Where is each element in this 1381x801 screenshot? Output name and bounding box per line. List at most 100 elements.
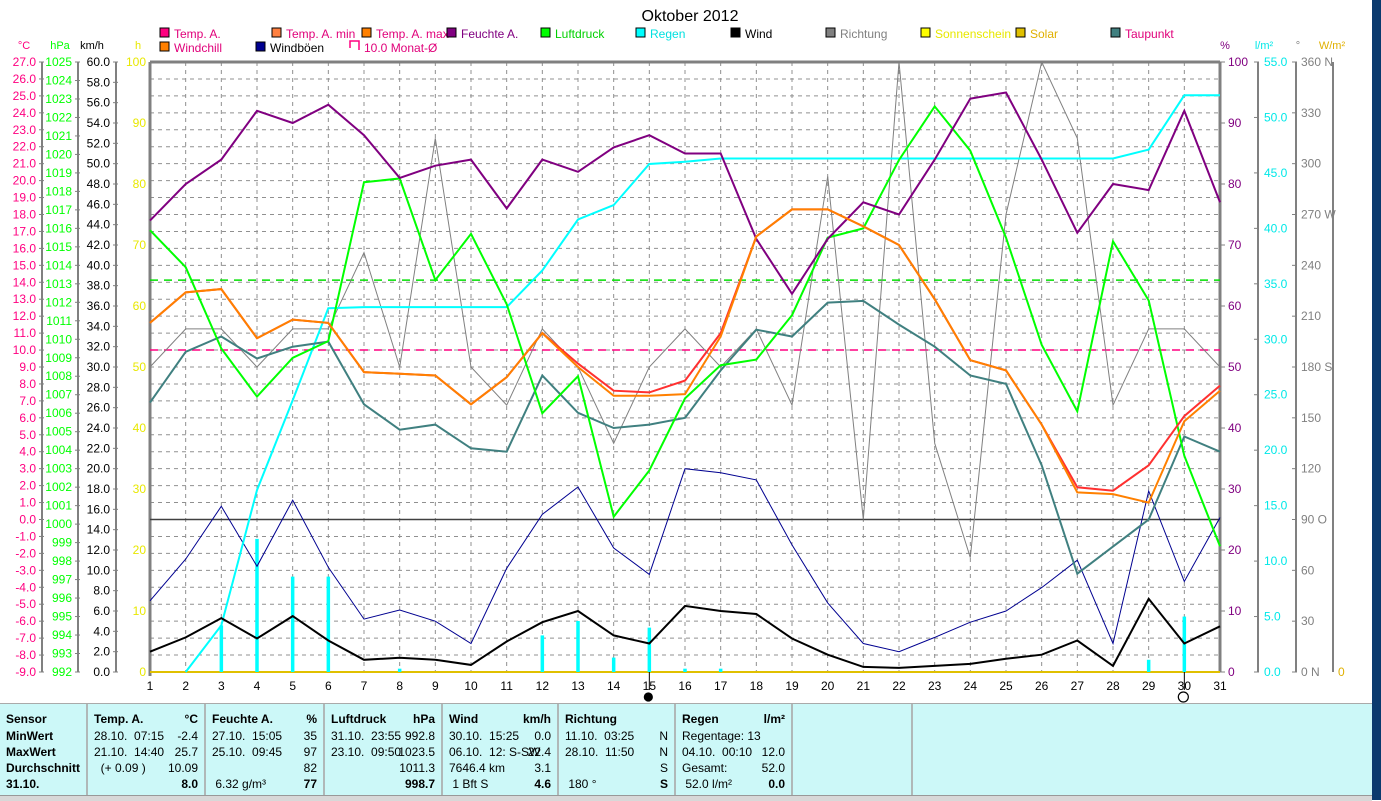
pressure-tick-label: 1005: [45, 425, 72, 439]
stats-column-feuchte-a: Feuchte A.%27.10. 15:053525.10. 09:45978…: [206, 704, 325, 795]
pressure-unit-label: hPa: [50, 40, 70, 52]
sun-tick-label: 10: [133, 604, 147, 618]
stats-row: (+ 0.09 )10.09: [94, 761, 198, 777]
sun-tick-label: 100: [126, 55, 146, 69]
direction-tick-label: 150: [1301, 411, 1321, 425]
x-tick-label: 17: [714, 679, 728, 693]
statistics-panel: SensorMinWertMaxWertDurchschnitt31.10.Te…: [0, 703, 1372, 795]
pressure-tick-label: 996: [52, 591, 72, 605]
stats-label: 21.10. 14:40: [94, 745, 164, 759]
humidity-tick-label: 70: [1228, 238, 1242, 252]
stats-row: 6.32 g/m³77: [212, 777, 317, 793]
direction-tick-label: 60: [1301, 563, 1315, 577]
temp-tick-label: -3.0: [15, 563, 36, 577]
x-tick-label: 31: [1213, 679, 1227, 693]
x-tick-label: 13: [571, 679, 585, 693]
legend-item: Temp. A.: [160, 27, 221, 41]
stats-value: 992.8: [405, 729, 435, 743]
humidity-tick-label: 100: [1228, 55, 1248, 69]
series-marks: [150, 62, 1220, 702]
legend-label: Windchill: [174, 41, 222, 55]
stats-row: 06.10. 12: S-SW22.4: [449, 745, 551, 761]
legend-swatch: [1111, 28, 1120, 37]
stats-label: MinWert: [6, 729, 53, 743]
x-tick-label: 22: [892, 679, 906, 693]
wind-tick-label: 40.0: [87, 258, 111, 272]
wind-tick-label: 32.0: [87, 340, 111, 354]
stats-row: 1011.3: [331, 761, 435, 777]
legend-item: Feuchte A.: [447, 27, 518, 41]
wind-tick-label: 34.0: [87, 319, 111, 333]
legend-label: Richtung: [840, 27, 887, 41]
rain-tick-label: 0.0: [1264, 665, 1281, 679]
legend-item: Richtung: [826, 27, 887, 41]
rain-unit-label: l/m²: [1255, 40, 1274, 52]
temp-tick-label: -9.0: [15, 665, 36, 679]
stats-row: 7646.4 km3.1: [449, 761, 551, 777]
stats-header: Sensor: [6, 712, 47, 726]
legend-swatch: [256, 42, 265, 51]
stats-row: S: [565, 761, 668, 777]
wind-tick-label: 6.0: [93, 604, 110, 618]
pressure-tick-label: 1017: [45, 203, 72, 217]
stats-column-luftdruck: LuftdruckhPa31.10. 23:55992.823.10. 09:5…: [325, 704, 443, 795]
x-tick-label: 1: [147, 679, 154, 693]
x-tick-label: 25: [999, 679, 1013, 693]
temp-tick-label: -7.0: [15, 631, 36, 645]
wind-tick-label: 20.0: [87, 462, 111, 476]
stats-label: 6.32 g/m³: [212, 777, 266, 791]
stats-row: 11.10. 03:25N: [565, 729, 668, 745]
stats-row: 1 Bft S4.6: [449, 777, 551, 793]
stats-value: 0.0: [534, 729, 551, 743]
stats-column-richtung: Richtung11.10. 03:25N28.10. 11:50NS 180 …: [559, 704, 676, 795]
chart-title: Oktober 2012: [642, 8, 739, 25]
stats-label: 180 °: [565, 777, 597, 791]
rain-tick-label: 55.0: [1264, 55, 1288, 69]
direction-tick-label: 360 N: [1301, 55, 1333, 69]
stats-value: 4.6: [534, 777, 551, 791]
temp-tick-label: -1.0: [15, 529, 36, 543]
stats-column-regen: Regenl/m²Regentage: 1304.10. 00:1012.0Ge…: [676, 704, 793, 795]
legend-label: Temp. A. max: [376, 27, 449, 41]
wind-tick-label: 36.0: [87, 299, 111, 313]
legend-label: Luftdruck: [555, 27, 605, 41]
rain-tick-label: 25.0: [1264, 388, 1288, 402]
legend-swatch: [160, 28, 169, 37]
sun-tick-label: 80: [133, 177, 147, 191]
stats-label: (+ 0.09 ): [94, 761, 146, 775]
stats-header-row: Sensor: [6, 712, 80, 728]
x-tick-label: 19: [785, 679, 799, 693]
x-tick-label: 4: [254, 679, 261, 693]
stats-header-row: LuftdruckhPa: [331, 712, 435, 728]
stats-value: 35: [304, 729, 317, 743]
wind-tick-label: 24.0: [87, 421, 111, 435]
x-tick-label: 7: [361, 679, 368, 693]
legend-item: Luftdruck: [541, 27, 605, 41]
legend-item: Taupunkt: [1111, 27, 1174, 41]
rain-tick-label: 15.0: [1264, 499, 1288, 513]
pressure-tick-label: 1009: [45, 351, 72, 365]
legend-label: 10.0 Monat-Ø: [364, 41, 437, 55]
stats-label: 52.0 l/m²: [682, 777, 732, 791]
direction-tick-label: 180 S: [1301, 360, 1332, 374]
stats-value: 52.0: [762, 761, 785, 775]
x-tick-label: 3: [218, 679, 225, 693]
wind-tick-label: 52.0: [87, 136, 111, 150]
stats-value: 0.0: [768, 777, 785, 791]
rain-tick-label: 40.0: [1264, 221, 1288, 235]
sun-tick-label: 20: [133, 543, 147, 557]
stats-row: 31.10.: [6, 777, 80, 793]
stats-row: 25.10. 09:4597: [212, 745, 317, 761]
rain-tick-label: 30.0: [1264, 332, 1288, 346]
stats-row: 23.10. 09:501023.5: [331, 745, 435, 761]
temp-tick-label: 27.0: [13, 55, 37, 69]
humidity-tick-label: 10: [1228, 604, 1242, 618]
wind-tick-label: 44.0: [87, 218, 111, 232]
direction-tick-label: 240: [1301, 258, 1321, 272]
x-tick-label: 16: [678, 679, 692, 693]
stats-label: 04.10. 00:10: [682, 745, 752, 759]
humidity-tick-label: 90: [1228, 116, 1242, 130]
stats-row: 28.10. 11:50N: [565, 745, 668, 761]
pressure-tick-label: 1018: [45, 184, 72, 198]
pressure-tick-label: 1021: [45, 129, 72, 143]
